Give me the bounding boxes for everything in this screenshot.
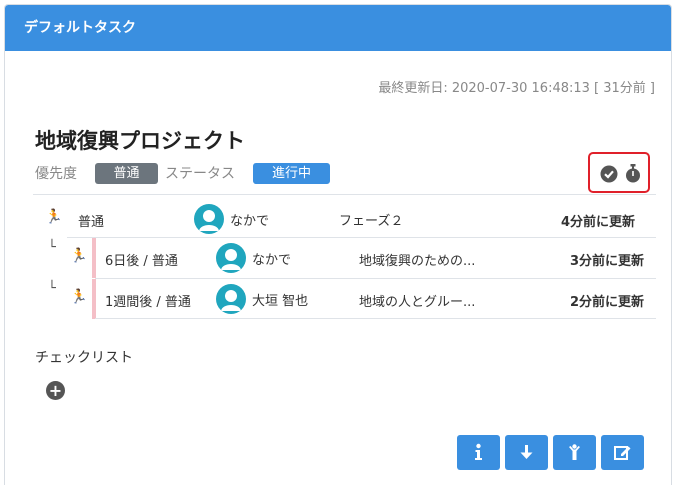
avatar [194,204,224,234]
task-updated: 2分前に更新 [570,295,645,310]
arrow-down-icon [520,445,533,459]
move-down-button[interactable] [505,435,548,470]
task-phase: フェーズ２ [339,214,404,229]
priority-label: 優先度 [35,166,77,182]
task-assignee: なかで [252,253,292,268]
stopwatch-icon[interactable] [625,164,641,183]
task-panel: デフォルトタスク 最終更新日: 2020-07-30 16:48:13 [ 31… [4,4,672,485]
priority-badge: 普通 [95,163,158,184]
avatar [216,284,246,314]
assign-button[interactable] [553,435,596,470]
edit-button[interactable] [601,435,644,470]
status-badge: 進行中 [253,163,330,184]
task-due: 6日後 / 普通 [105,254,178,269]
task-priority: 普通 [78,215,105,230]
header-icon-group [588,152,650,193]
check-circle-icon[interactable] [600,165,618,183]
last-updated-text: 最終更新日: 2020-07-30 16:48:13 [ 31分前 ] [378,81,655,96]
task-description: 地域復興のための... [359,254,476,269]
edit-icon [614,446,631,460]
task-assignee: 大垣 智也 [252,294,309,309]
add-checklist-icon[interactable]: + [46,381,65,400]
task-updated: 4分前に更新 [561,215,636,230]
info-button[interactable] [457,435,500,470]
project-title[interactable]: 地域復興プロジェクト [35,125,245,155]
task-updated: 3分前に更新 [570,254,645,269]
task-assignee: なかで [230,214,270,229]
task-row[interactable]: 🏃 普通 なかで フェーズ２ 4分前に更新 [33,201,656,237]
checklist-label: チェックリスト [35,350,133,366]
child-task-content: 6日後 / 普通 なかで 地域復興のための... 3分前に更新 [33,238,656,278]
child-task-content: 1週間後 / 普通 大垣 智也 地域の人とグルー... 2分前に更新 [33,279,656,319]
panel-header: デフォルトタスク [5,5,671,51]
person-icon [569,444,580,460]
divider [95,318,656,319]
task-description: 地域の人とグルー... [359,295,476,310]
runner-icon: 🏃 [45,209,63,225]
task-due: 1週間後 / 普通 [105,295,191,310]
avatar [216,243,246,273]
divider [33,194,656,195]
info-icon [475,443,482,460]
status-label: ステータス [165,166,235,182]
